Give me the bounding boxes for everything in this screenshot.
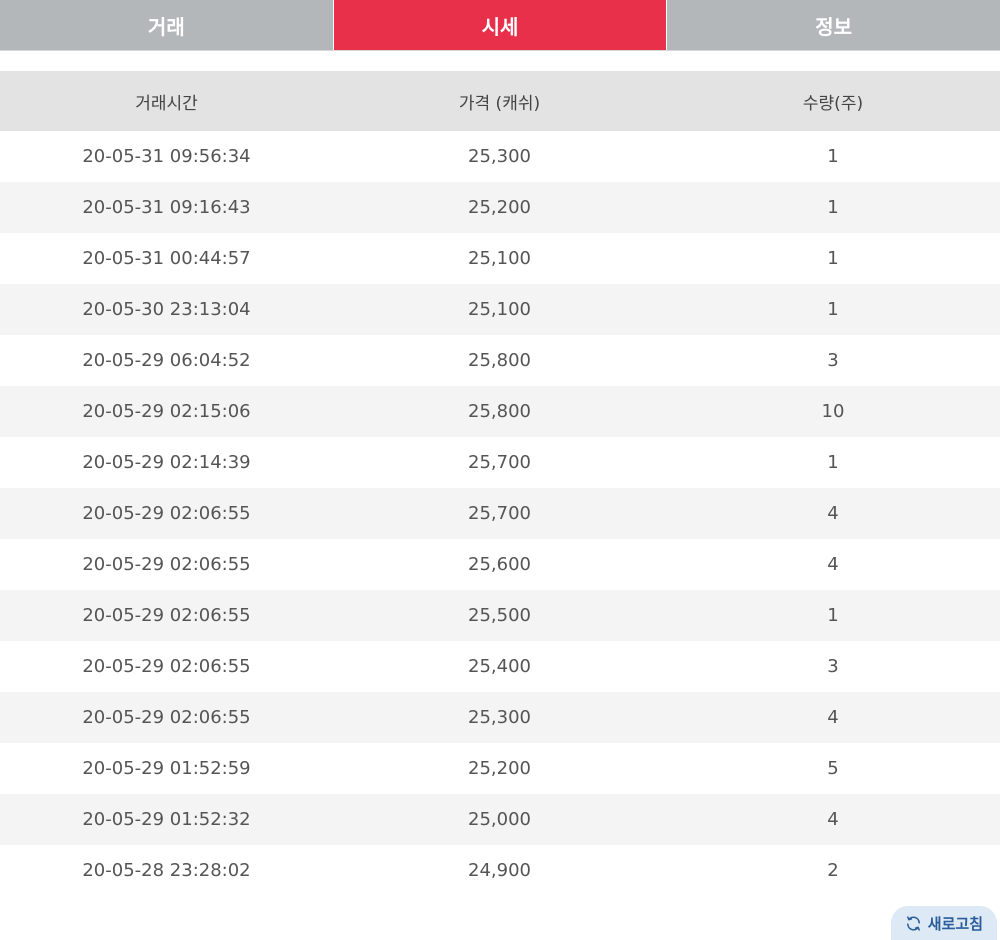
table-row: 20-05-29 02:06:55 25,500 1: [0, 590, 1000, 641]
table-row: 20-05-28 23:28:02 24,900 2: [0, 845, 1000, 896]
cell-quantity: 1: [827, 146, 839, 167]
cell-price: 25,200: [333, 182, 666, 233]
table-row: 20-05-29 02:15:06 25,800 10: [0, 386, 1000, 437]
table-row: 20-05-29 02:06:55 25,600 4: [0, 539, 1000, 590]
cell-price: 24,900: [468, 860, 531, 881]
table-row: 20-05-29 02:14:39 25,700 1: [0, 437, 1000, 488]
cell-trade-time: 20-05-31 09:56:34: [82, 146, 251, 167]
cell-price: 25,100: [333, 284, 666, 335]
cell-quantity: 1: [666, 590, 1000, 641]
cell-quantity: 4: [666, 794, 1000, 845]
table-row: 20-05-30 23:13:04 25,100 1: [0, 284, 1000, 335]
table-row: 20-05-31 09:56:34 25,300 1: [0, 131, 1000, 182]
cell-trade-time: 20-05-29 01:52:59: [82, 758, 251, 779]
cell-trade-time: 20-05-29 02:06:55: [0, 692, 333, 743]
cell-price: 25,600: [468, 554, 531, 575]
cell-price: 25,700: [468, 452, 531, 473]
cell-price: 25,400: [468, 656, 531, 677]
cell-trade-time: 20-05-29 02:06:55: [82, 656, 251, 677]
cell-quantity: 3: [827, 350, 839, 371]
cell-trade-time: 20-05-30 23:13:04: [0, 284, 333, 335]
cell-quantity: 4: [827, 554, 839, 575]
cell-trade-time: 20-05-29 02:14:39: [82, 452, 251, 473]
cell-quantity: 1: [666, 284, 1000, 335]
refresh-button[interactable]: 새로고침: [890, 906, 997, 940]
table-row: 20-05-29 01:52:32 25,000 4: [0, 794, 1000, 845]
tab-trade[interactable]: 거래: [0, 0, 333, 50]
cell-price: 25,800: [333, 386, 666, 437]
cell-quantity: 1: [666, 182, 1000, 233]
table-row: 20-05-31 09:16:43 25,200 1: [0, 182, 1000, 233]
cell-price: 25,300: [468, 146, 531, 167]
refresh-label: 새로고침: [927, 914, 983, 933]
cell-trade-time: 20-05-29 02:06:55: [82, 554, 251, 575]
cell-quantity: 4: [666, 692, 1000, 743]
header-trade-time: 거래시간: [0, 71, 333, 131]
table-body: 20-05-31 09:56:34 25,300 1 20-05-31 09:16:4…: [0, 131, 1000, 896]
table-row: 20-05-29 02:06:55 25,700 4: [0, 488, 1000, 539]
tab-bar: 거래 시세 정보: [0, 0, 1000, 51]
table-row: 20-05-29 02:06:55 25,400 3: [0, 641, 1000, 692]
cell-trade-time: 20-05-31 00:44:57: [82, 248, 251, 269]
cell-quantity: 2: [827, 860, 839, 881]
cell-trade-time: 20-05-29 02:06:55: [0, 590, 333, 641]
cell-quantity: 3: [827, 656, 839, 677]
cell-price: 25,500: [333, 590, 666, 641]
refresh-icon: [905, 915, 922, 932]
cell-trade-time: 20-05-29 02:06:55: [0, 488, 333, 539]
cell-price: 25,800: [468, 350, 531, 371]
tab-info[interactable]: 정보: [666, 0, 1000, 50]
cell-trade-time: 20-05-29 01:52:32: [0, 794, 333, 845]
table-row: 20-05-29 06:04:52 25,800 3: [0, 335, 1000, 386]
tab-quote[interactable]: 시세: [332, 0, 667, 50]
cell-quantity: 5: [827, 758, 839, 779]
cell-quantity: 4: [666, 488, 1000, 539]
cell-price: 25,000: [333, 794, 666, 845]
header-quantity: 수량(주): [666, 71, 1000, 131]
table-row: 20-05-31 00:44:57 25,100 1: [0, 233, 1000, 284]
table-row: 20-05-29 02:06:55 25,300 4: [0, 692, 1000, 743]
table-header-row: 거래시간 가격 (캐쉬) 수량(주): [0, 71, 1000, 131]
cell-price: 25,100: [468, 248, 531, 269]
cell-trade-time: 20-05-28 23:28:02: [82, 860, 251, 881]
cell-quantity: 1: [827, 452, 839, 473]
cell-quantity: 1: [827, 248, 839, 269]
cell-price: 25,300: [333, 692, 666, 743]
table-row: 20-05-29 01:52:59 25,200 5: [0, 743, 1000, 794]
cell-trade-time: 20-05-29 06:04:52: [82, 350, 251, 371]
cell-trade-time: 20-05-29 02:15:06: [0, 386, 333, 437]
trade-history-table: 거래시간 가격 (캐쉬) 수량(주) 20-05-31 09:56:34 25,3…: [0, 71, 1000, 896]
cell-quantity: 10: [666, 386, 1000, 437]
header-price: 가격 (캐쉬): [333, 71, 666, 131]
refresh-container: 새로고침: [890, 906, 997, 940]
cell-price: 25,200: [468, 758, 531, 779]
cell-price: 25,700: [333, 488, 666, 539]
cell-trade-time: 20-05-31 09:16:43: [0, 182, 333, 233]
